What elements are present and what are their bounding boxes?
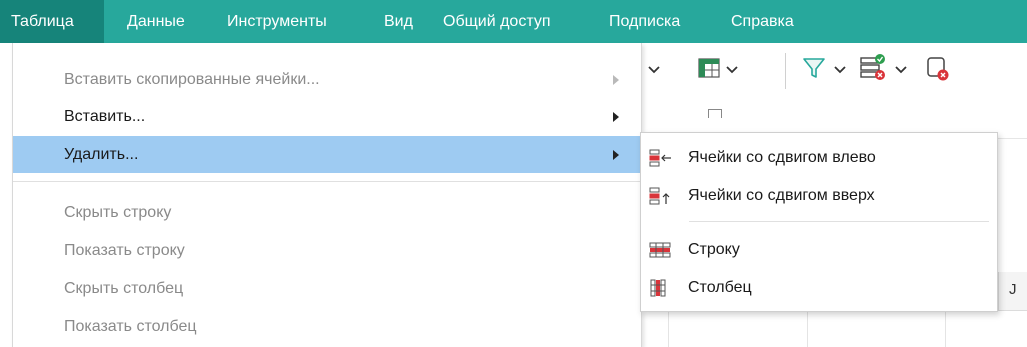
submenu-separator — [689, 221, 989, 222]
submenu-item-label: Ячейки со сдвигом вверх — [688, 187, 875, 204]
submenu-item-label: Ячейки со сдвигом влево — [688, 149, 876, 166]
toolbar — [640, 43, 1027, 139]
delete-row-icon — [649, 242, 671, 258]
submenu-item-column[interactable]: Столбец — [641, 269, 997, 307]
menu-item-hide-row[interactable]: Скрыть строку — [13, 194, 641, 231]
submenu-arrow-icon — [613, 150, 619, 160]
menu-item-label: Удалить... — [64, 146, 139, 163]
submenu-arrow-icon — [613, 75, 619, 85]
menu-item-label: Вставить скопированные ячейки... — [64, 71, 320, 88]
toolbar-small-icon — [708, 109, 722, 118]
menu-item-label: Показать строку — [64, 242, 185, 259]
menu-item-show-column[interactable]: Показать столбец — [13, 308, 641, 345]
filter-status-icon[interactable] — [859, 53, 887, 81]
menu-item-hide-column[interactable]: Скрыть столбец — [13, 270, 641, 307]
submenu-arrow-icon — [613, 112, 619, 122]
menu-item-label: Вставить... — [64, 108, 146, 125]
menu-separator — [13, 181, 641, 182]
menubar-item-sharing[interactable]: Общий доступ — [443, 0, 551, 43]
submenu-item-cells-shift-up[interactable]: Ячейки со сдвигом вверх — [641, 177, 997, 215]
menubar-item-view[interactable]: Вид — [384, 0, 413, 43]
menu-item-show-row[interactable]: Показать строку — [13, 232, 641, 269]
menu-item-label: Скрыть столбец — [64, 280, 184, 297]
chevron-down-icon[interactable] — [648, 65, 660, 75]
filter-icon[interactable] — [802, 56, 826, 80]
column-header[interactable]: J — [998, 272, 1027, 311]
submenu-item-label: Столбец — [688, 279, 752, 296]
table-menu: Вставить скопированные ячейки... Вставит… — [12, 43, 642, 347]
menu-item-label: Показать столбец — [64, 318, 197, 335]
submenu-item-cells-shift-left[interactable]: Ячейки со сдвигом влево — [641, 139, 997, 177]
chevron-down-icon[interactable] — [726, 65, 738, 75]
toolbar-divider — [785, 53, 786, 89]
menubar-item-table[interactable]: Таблица — [0, 0, 104, 43]
submenu-item-label: Строку — [688, 241, 740, 258]
menubar-item-data[interactable]: Данные — [127, 0, 185, 43]
menubar-item-subscription[interactable]: Подписка — [609, 0, 680, 43]
delete-cells-shift-up-icon — [649, 187, 670, 205]
menu-bar: Таблица Данные Инструменты Вид Общий дос… — [0, 0, 1027, 43]
delete-cells-shift-left-icon — [649, 149, 671, 167]
delete-column-icon — [650, 279, 666, 297]
chevron-down-icon[interactable] — [895, 65, 907, 75]
delete-submenu: Ячейки со сдвигом влево Ячейки со сдвиго… — [640, 132, 998, 312]
submenu-item-row[interactable]: Строку — [641, 231, 997, 269]
menu-item-delete[interactable]: Удалить... — [13, 136, 641, 173]
menu-item-paste-copied-cells[interactable]: Вставить скопированные ячейки... — [13, 61, 641, 98]
table-format-icon[interactable] — [698, 58, 720, 78]
clear-filter-icon[interactable] — [924, 54, 954, 82]
chevron-down-icon[interactable] — [834, 65, 846, 75]
menu-item-label: Скрыть строку — [64, 204, 172, 221]
menu-item-insert[interactable]: Вставить... — [13, 98, 641, 135]
menubar-item-tools[interactable]: Инструменты — [227, 0, 327, 43]
column-header-label: J — [1009, 281, 1017, 298]
menubar-item-help[interactable]: Справка — [731, 0, 794, 43]
